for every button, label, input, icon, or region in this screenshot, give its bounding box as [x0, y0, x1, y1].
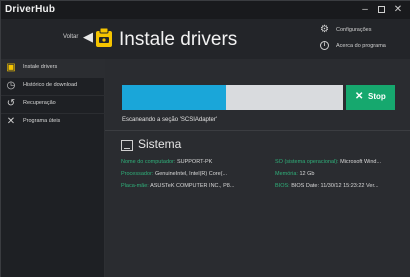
system-info-os: SO (sistema operacional): Microsoft Wind… [275, 159, 381, 165]
maximize-icon [377, 6, 385, 13]
page-title: Instale drivers [119, 29, 238, 50]
info-key: Memória: [275, 171, 298, 177]
system-info-bios: BIOS: BIOS Date: 11/30/12 15:23:22 Ver..… [275, 183, 379, 189]
scan-progress-fill [122, 85, 226, 110]
arrow-left-icon[interactable]: ◀ [83, 30, 95, 44]
stop-button[interactable]: ✕ Stop [346, 85, 395, 110]
info-value: BIOS Date: 11/30/12 15:23:22 Ver... [291, 183, 379, 189]
about-label[interactable]: Acerca do programa [336, 43, 386, 49]
app-title: DriverHub [5, 4, 56, 15]
info-key: Placa-mãe: [121, 183, 149, 189]
section-divider [105, 130, 410, 131]
maximize-button[interactable] [374, 3, 388, 16]
sidebar-item-label: Instale drivers [23, 64, 58, 70]
info-value: ASUSTeK COMPUTER INC., P8... [150, 183, 235, 189]
info-value: GenuineIntel, Intel(R) Core(... [154, 171, 228, 177]
monitor-icon [121, 140, 133, 151]
recovery-icon: ↺ [6, 98, 16, 109]
info-key: Nome do computador: [121, 159, 176, 165]
driver-install-icon [96, 28, 112, 47]
system-info-computer-name: Nome do computador: SUPPORT-PK [121, 159, 212, 165]
scan-status-text: Escaneando a seção 'SCSIAdapter' [122, 117, 218, 123]
install-drivers-icon: ▣ [6, 62, 16, 73]
info-icon: i [320, 41, 329, 50]
back-label[interactable]: Voltar [63, 34, 78, 40]
system-section-title: Sistema [138, 137, 182, 151]
title-bar: DriverHub – ✕ [1, 1, 410, 19]
info-key: BIOS: [275, 183, 290, 189]
minimize-button[interactable]: – [358, 3, 372, 16]
sidebar-item-download-history[interactable]: ◷ Histórico de download [1, 77, 105, 95]
system-info-memory: Memória: 12 Gb [275, 171, 314, 177]
scan-progress-bar [122, 85, 343, 110]
sidebar-item-install-drivers[interactable]: ▣ Instale drivers [1, 59, 105, 77]
info-value: Microsoft Wind... [340, 159, 382, 165]
close-icon: ✕ [355, 91, 364, 102]
sidebar-item-label: Histórico de download [23, 82, 78, 88]
main-panel: ✕ Stop Escaneando a seção 'SCSIAdapter' … [105, 59, 410, 277]
tools-icon: ✕ [6, 116, 16, 127]
stop-label: Stop [368, 92, 386, 101]
info-value: SUPPORT-PK [176, 159, 213, 165]
header: Voltar ◀ Instale drivers ⚙ Configurações… [1, 19, 410, 59]
info-key: Processador: [121, 171, 154, 177]
info-value: 12 Gb [299, 171, 315, 177]
sidebar-item-recovery[interactable]: ↺ Recuperação [1, 95, 105, 113]
gear-icon: ⚙ [320, 24, 329, 35]
sidebar-item-label: Programa úteis [23, 118, 61, 124]
sidebar-item-useful-programs[interactable]: ✕ Programa úteis [1, 113, 105, 131]
close-button[interactable]: ✕ [391, 3, 405, 16]
settings-label[interactable]: Configurações [336, 27, 371, 33]
history-clock-icon: ◷ [6, 80, 16, 91]
info-key: SO (sistema operacional): [275, 159, 339, 165]
sidebar: ▣ Instale drivers ◷ Histórico de downloa… [1, 59, 105, 277]
system-info-motherboard: Placa-mãe: ASUSTeK COMPUTER INC., P8... [121, 183, 234, 189]
app-window: DriverHub – ✕ Voltar ◀ Instale drivers ⚙… [0, 0, 410, 277]
system-info-processor: Processador: GenuineIntel, Intel(R) Core… [121, 171, 227, 177]
sidebar-item-label: Recuperação [23, 100, 56, 106]
